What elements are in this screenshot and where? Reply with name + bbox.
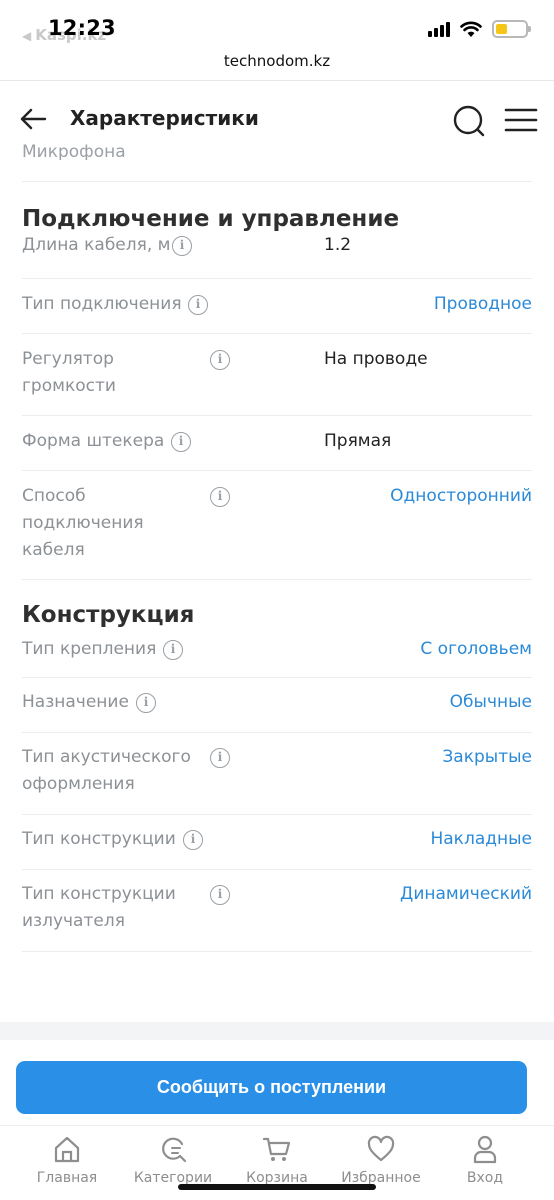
info-icon[interactable]: i [210, 885, 230, 905]
spec-value-link[interactable]: Односторонний [390, 483, 532, 510]
info-icon[interactable]: i [188, 295, 208, 315]
info-icon[interactable]: i [210, 350, 230, 370]
spec-value: 1.2 [324, 235, 352, 255]
back-triangle-icon: ◀ [22, 29, 32, 43]
characteristics-list: Подключение и управление Длина кабеля, м… [0, 182, 554, 952]
arrow-left-icon[interactable] [18, 104, 48, 134]
info-icon[interactable]: i [172, 236, 192, 256]
section-separator [0, 1022, 554, 1040]
info-icon[interactable]: i [210, 487, 230, 507]
info-icon[interactable]: i [210, 748, 230, 768]
wifi-icon [460, 21, 482, 37]
spec-value-link[interactable]: Закрытые [442, 744, 532, 771]
nav-item-categories[interactable]: Категории [118, 1134, 228, 1186]
spec-row-volume-control: Регулятор громкости i На проводе [22, 334, 532, 416]
spec-label: Регулятор громкости [22, 349, 116, 396]
spec-row-connection-type: Тип подключения i Проводное [22, 279, 532, 334]
cut-off-text: Микрофона [22, 142, 126, 160]
spec-label: Тип конструкции излучателя [22, 884, 176, 931]
cellular-signal-icon [428, 21, 450, 37]
spec-row-acoustic-design: Тип акустического оформления i Закрытые [22, 733, 532, 815]
spec-row-driver-type: Тип конструкции излучателя i Динамически… [22, 870, 532, 952]
spec-label: Форма штекера [22, 431, 165, 451]
hamburger-menu-icon[interactable] [504, 106, 538, 134]
nav-label: Вход [466, 1170, 504, 1186]
nav-item-login[interactable]: Вход [430, 1134, 540, 1186]
url-divider [0, 80, 554, 81]
status-bar: ◀ Kaspi.kz 12:23 [0, 0, 554, 48]
spec-label: Тип акустического оформления [22, 747, 191, 794]
spec-row-cable-connection: Способ подключения кабеля i Односторонни… [22, 471, 532, 580]
cart-icon [262, 1137, 291, 1161]
spec-row-construction-type: Тип конструкции i Накладные [22, 815, 532, 870]
spec-value: Прямая [324, 431, 392, 451]
spec-row-cable-length: Длина кабеля, м i 1.2 [22, 234, 532, 279]
info-icon[interactable]: i [136, 693, 156, 713]
heart-icon [367, 1135, 395, 1162]
spec-label: Назначение [22, 692, 129, 712]
spec-label: Тип крепления [22, 639, 157, 659]
battery-icon [492, 20, 531, 38]
info-icon[interactable]: i [163, 640, 183, 660]
spec-value: На проводе [324, 349, 428, 369]
search-icon[interactable] [452, 104, 486, 138]
spec-value-link[interactable]: С оголовьем [420, 636, 532, 663]
spec-row-purpose: Назначение i Обычные [22, 678, 532, 733]
status-time: 12:23 [48, 16, 116, 40]
nav-item-home[interactable]: Главная [12, 1134, 122, 1186]
info-icon[interactable]: i [171, 432, 191, 452]
home-icon [54, 1136, 80, 1163]
nav-label: Главная [36, 1170, 98, 1186]
spec-row-plug-shape: Форма штекера i Прямая [22, 416, 532, 471]
browser-url[interactable]: technodom.kz [0, 52, 554, 70]
categories-search-icon [162, 1137, 187, 1163]
spec-value-link[interactable]: Накладные [430, 826, 532, 853]
spec-value-link[interactable]: Проводное [434, 291, 532, 318]
user-icon [473, 1135, 497, 1164]
notify-availability-button[interactable]: Сообщить о поступлении [16, 1061, 527, 1114]
spec-value-link[interactable]: Обычные [450, 689, 532, 716]
spec-label: Длина кабеля, м [22, 235, 171, 255]
page-title: Характеристики [70, 106, 259, 130]
nav-item-cart[interactable]: Корзина [222, 1134, 332, 1186]
home-indicator [178, 1184, 376, 1190]
spec-value-link[interactable]: Динамический [400, 881, 532, 908]
nav-item-favorites[interactable]: Избранное [326, 1134, 436, 1186]
info-icon[interactable]: i [183, 830, 203, 850]
spec-row-mount-type: Тип крепления i С оголовьем [22, 639, 532, 678]
spec-label: Способ подключения кабеля [22, 486, 144, 560]
